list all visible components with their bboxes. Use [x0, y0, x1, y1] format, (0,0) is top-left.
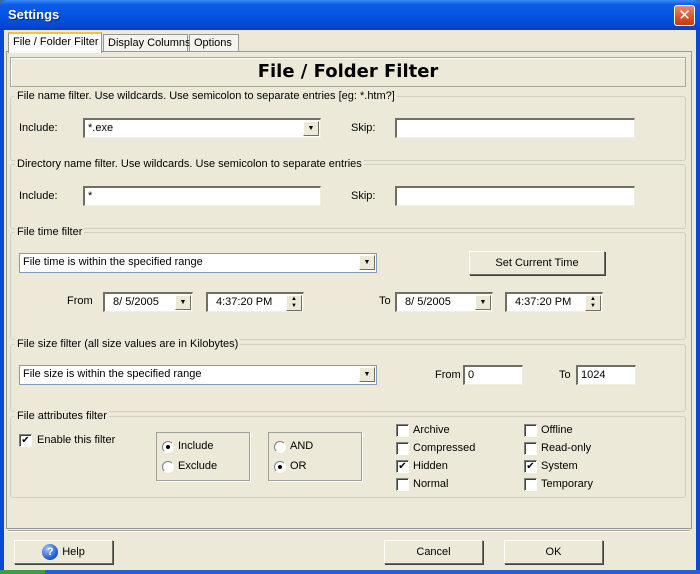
- tab-options[interactable]: Options: [189, 34, 239, 52]
- system-checkbox[interactable]: ✔: [524, 460, 537, 473]
- hidden-checkbox[interactable]: ✔: [396, 460, 409, 473]
- tab-display-columns[interactable]: Display Columns: [103, 34, 191, 52]
- set-current-time-button[interactable]: Set Current Time: [469, 251, 605, 275]
- file-include-combobox[interactable]: *.exe ▼: [83, 118, 321, 138]
- and-radio-label: AND: [290, 440, 314, 452]
- to-time-picker[interactable]: 4:37:20 PM ▲ ▼: [505, 292, 603, 312]
- tab-file-folder-filter[interactable]: File / Folder Filter: [8, 32, 102, 53]
- file-time-filter-legend: File time filter: [15, 226, 85, 238]
- size-to-input[interactable]: 1024: [576, 365, 636, 385]
- file-size-filter-legend: File size filter (all size values are in…: [15, 338, 241, 350]
- size-from-input[interactable]: 0: [463, 365, 523, 385]
- chevron-down-icon[interactable]: ▼: [303, 121, 319, 136]
- spin-down-icon[interactable]: ▼: [287, 303, 301, 310]
- skip-label: Skip:: [351, 190, 376, 202]
- spin-up-icon[interactable]: ▲: [287, 296, 301, 303]
- enable-filter-label: Enable this filter: [37, 434, 116, 446]
- help-label: Help: [62, 546, 85, 558]
- compressed-checkbox[interactable]: [396, 442, 409, 455]
- file-time-mode-select[interactable]: File time is within the specified range …: [19, 253, 377, 273]
- chevron-down-icon[interactable]: ▼: [359, 367, 375, 382]
- to-date-picker[interactable]: 8/ 5/2005 ▼: [395, 292, 493, 312]
- temporary-checkbox[interactable]: [524, 478, 537, 491]
- cancel-button[interactable]: Cancel: [384, 540, 483, 564]
- from-date-picker[interactable]: 8/ 5/2005 ▼: [103, 292, 193, 312]
- dir-include-input[interactable]: *: [83, 186, 321, 206]
- file-skip-input[interactable]: [395, 118, 635, 138]
- or-radio[interactable]: [274, 461, 286, 473]
- title-bar[interactable]: Settings ✕: [0, 0, 700, 30]
- file-size-mode-select[interactable]: File size is within the specified range …: [19, 365, 377, 385]
- spin-buttons[interactable]: ▲ ▼: [585, 295, 601, 311]
- include-exclude-box: Include Exclude: [156, 432, 250, 481]
- spin-down-icon[interactable]: ▼: [586, 303, 600, 310]
- chevron-down-icon[interactable]: ▼: [475, 295, 491, 310]
- ok-button[interactable]: OK: [504, 540, 603, 564]
- footer-divider: [8, 530, 690, 532]
- settings-window: Settings ✕ File / Folder Filter Display …: [0, 0, 700, 574]
- dir-skip-input[interactable]: [395, 186, 635, 206]
- from-date-value: 8/ 5/2005: [113, 296, 159, 308]
- start-button-edge[interactable]: [0, 570, 45, 574]
- page-title: File / Folder Filter: [10, 57, 686, 87]
- read-only-label: Read-only: [541, 442, 592, 454]
- or-radio-label: OR: [290, 460, 307, 472]
- file-attributes-filter-group: File attributes filter ✔ Enable this fil…: [10, 410, 686, 498]
- exclude-radio-label: Exclude: [178, 460, 218, 472]
- size-to-label: To: [559, 369, 571, 381]
- size-from-label: From: [435, 369, 461, 381]
- include-label: Include:: [19, 122, 58, 134]
- file-time-mode-value: File time is within the specified range: [23, 256, 203, 268]
- hidden-label: Hidden: [413, 460, 448, 472]
- archive-label: Archive: [413, 424, 450, 436]
- window-title: Settings: [8, 7, 60, 22]
- close-button[interactable]: ✕: [674, 5, 695, 26]
- file-attributes-filter-legend: File attributes filter: [15, 410, 109, 422]
- offline-checkbox[interactable]: [524, 424, 537, 437]
- enable-filter-checkbox[interactable]: ✔: [19, 434, 32, 447]
- exclude-radio[interactable]: [162, 461, 174, 473]
- from-time-picker[interactable]: 4:37:20 PM ▲ ▼: [206, 292, 304, 312]
- file-time-filter-group: File time filter File time is within the…: [10, 226, 686, 340]
- from-time-value: 4:37:20 PM: [216, 296, 273, 308]
- include-label: Include:: [19, 190, 58, 202]
- file-size-filter-group: File size filter (all size values are in…: [10, 338, 686, 412]
- file-include-value: *.exe: [88, 122, 114, 134]
- skip-label: Skip:: [351, 122, 376, 134]
- chevron-down-icon[interactable]: ▼: [175, 295, 191, 310]
- help-icon: ?: [42, 544, 59, 561]
- taskbar-edge: [0, 570, 700, 574]
- file-name-filter-group: File name filter. Use wildcards. Use sem…: [10, 90, 686, 161]
- dir-name-filter-group: Directory name filter. Use wildcards. Us…: [10, 158, 686, 229]
- offline-label: Offline: [541, 424, 573, 436]
- include-radio-label: Include: [178, 440, 214, 452]
- and-or-box: AND OR: [268, 432, 362, 481]
- normal-label: Normal: [413, 478, 449, 490]
- file-name-filter-legend: File name filter. Use wildcards. Use sem…: [15, 90, 397, 102]
- to-date-value: 8/ 5/2005: [405, 296, 451, 308]
- dir-name-filter-legend: Directory name filter. Use wildcards. Us…: [15, 158, 364, 170]
- file-size-mode-value: File size is within the specified range: [23, 368, 202, 380]
- archive-checkbox[interactable]: [396, 424, 409, 437]
- include-radio[interactable]: [162, 441, 174, 453]
- to-label: To: [379, 295, 391, 307]
- normal-checkbox[interactable]: [396, 478, 409, 491]
- temporary-label: Temporary: [541, 478, 593, 490]
- help-button[interactable]: ? Help: [14, 540, 113, 564]
- system-label: System: [541, 460, 578, 472]
- spin-up-icon[interactable]: ▲: [586, 296, 600, 303]
- to-time-value: 4:37:20 PM: [515, 296, 572, 308]
- from-label: From: [67, 295, 93, 307]
- spin-buttons[interactable]: ▲ ▼: [286, 295, 302, 311]
- tab-panel: File / Folder Filter File name filter. U…: [6, 51, 692, 529]
- read-only-checkbox[interactable]: [524, 442, 537, 455]
- dialog-client: File / Folder Filter Display Columns Opt…: [4, 30, 696, 574]
- close-icon: ✕: [678, 7, 691, 24]
- compressed-label: Compressed: [413, 442, 476, 454]
- chevron-down-icon[interactable]: ▼: [359, 255, 375, 270]
- and-radio[interactable]: [274, 441, 286, 453]
